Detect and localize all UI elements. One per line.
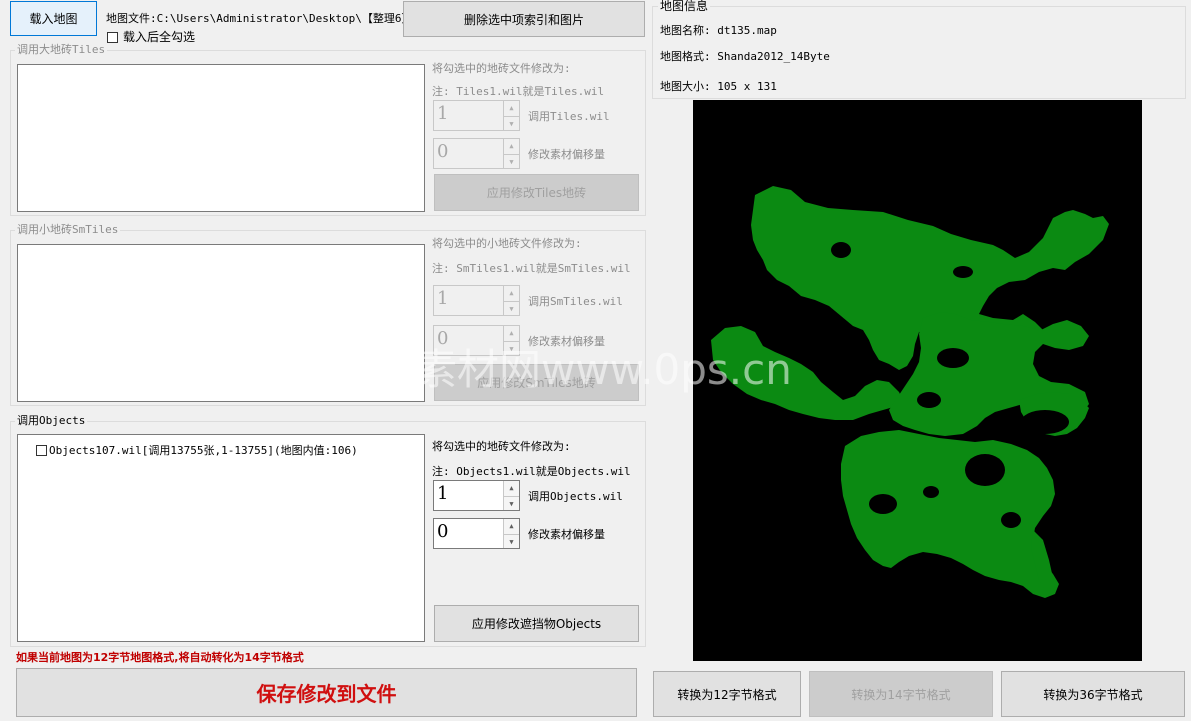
map-name-label: 地图名称: <box>660 24 711 37</box>
smtiles-index-label: 调用SmTiles.wil <box>528 295 623 308</box>
map-file-caption: 地图文件: <box>106 12 157 25</box>
tiles-offset-label: 修改素材偏移量 <box>528 148 605 161</box>
map-size-row: 地图大小: 105 x 131 <box>660 80 777 93</box>
smtiles-group-title: 调用小地砖SmTiles <box>15 223 121 236</box>
spin-down-icon[interactable]: ▼ <box>504 300 519 315</box>
spin-up-icon[interactable]: ▲ <box>504 286 519 301</box>
map-name-value: dt135.map <box>717 24 777 37</box>
select-all-checkbox[interactable] <box>107 32 118 43</box>
tiles-offset-value: 0 <box>437 141 449 162</box>
objects-note: 注: Objects1.wil就是Objects.wil <box>432 465 631 478</box>
objects-index-stepper[interactable]: 1 ▲ ▼ <box>433 480 520 511</box>
tiles-note: 注: Tiles1.wil就是Tiles.wil <box>432 85 605 98</box>
spin-down-icon[interactable]: ▼ <box>504 533 519 548</box>
map-file-path: C:\Users\Administrator\Desktop\【整理6】: <box>156 12 420 25</box>
apply-smtiles-button[interactable]: 应用修改SmTiles地砖 <box>434 364 639 401</box>
map-shape-svg <box>711 186 1109 598</box>
objects-item-label: Objects107.wil[调用13755张,1-13755](地图内值:10… <box>49 444 358 457</box>
tiles-index-value: 1 <box>437 103 449 124</box>
delete-selected-button[interactable]: 删除选中项索引和图片 <box>403 1 645 37</box>
map-info-title: 地图信息 <box>658 0 711 13</box>
objects-index-value: 1 <box>437 483 449 504</box>
tiles-index-stepper[interactable]: 1 ▲ ▼ <box>433 100 520 131</box>
convert-36-button[interactable]: 转换为36字节格式 <box>1001 671 1185 717</box>
tiles-offset-stepper[interactable]: 0 ▲ ▼ <box>433 138 520 169</box>
spin-down-icon[interactable]: ▼ <box>504 115 519 130</box>
objects-listbox[interactable]: Objects107.wil[调用13755张,1-13755](地图内值:10… <box>17 434 425 642</box>
tiles-group-title: 调用大地砖Tiles <box>15 43 108 56</box>
load-map-button[interactable]: 载入地图 <box>10 1 97 36</box>
select-all-label: 载入后全勾选 <box>123 30 196 44</box>
objects-index-label: 调用Objects.wil <box>528 490 623 503</box>
apply-objects-button[interactable]: 应用修改遮挡物Objects <box>434 605 639 642</box>
spin-down-icon[interactable]: ▼ <box>504 340 519 355</box>
tiles-index-label: 调用Tiles.wil <box>528 110 610 123</box>
map-file-label: 地图文件:C:\Users\Administrator\Desktop\【整理6… <box>106 12 419 25</box>
smtiles-offset-value: 0 <box>437 328 449 349</box>
map-format-label: 地图格式: <box>660 50 711 63</box>
tiles-modify-label: 将勾选中的地砖文件修改为: <box>432 62 571 75</box>
objects-group-title: 调用Objects <box>15 414 88 427</box>
list-item[interactable]: Objects107.wil[调用13755张,1-13755](地图内值:10… <box>36 442 358 458</box>
map-size-label: 地图大小: <box>660 80 711 93</box>
smtiles-listbox[interactable] <box>17 244 425 402</box>
map-size-value: 105 x 131 <box>717 80 777 93</box>
save-button[interactable]: 保存修改到文件 <box>16 668 637 717</box>
spin-up-icon[interactable]: ▲ <box>504 101 519 116</box>
smtiles-modify-label: 将勾选中的小地砖文件修改为: <box>432 237 582 250</box>
smtiles-index-value: 1 <box>437 288 449 309</box>
objects-modify-label: 将勾选中的地砖文件修改为: <box>432 440 571 453</box>
objects-offset-label: 修改素材偏移量 <box>528 528 605 541</box>
spin-up-icon[interactable]: ▲ <box>504 326 519 341</box>
map-format-value: Shanda2012_14Byte <box>717 50 830 63</box>
format-warning: 如果当前地图为12字节地图格式,将自动转化为14字节格式 <box>16 651 304 664</box>
map-terrain <box>711 186 1109 598</box>
map-preview <box>693 100 1142 661</box>
objects-offset-stepper[interactable]: 0 ▲ ▼ <box>433 518 520 549</box>
convert-12-button[interactable]: 转换为12字节格式 <box>653 671 801 717</box>
spin-down-icon[interactable]: ▼ <box>504 153 519 168</box>
tiles-listbox[interactable] <box>17 64 425 212</box>
apply-tiles-button[interactable]: 应用修改Tiles地砖 <box>434 174 639 211</box>
objects-offset-value: 0 <box>437 521 449 542</box>
spin-up-icon[interactable]: ▲ <box>504 139 519 154</box>
smtiles-index-stepper[interactable]: 1 ▲ ▼ <box>433 285 520 316</box>
spin-up-icon[interactable]: ▲ <box>504 519 519 534</box>
objects-item-checkbox[interactable] <box>36 445 47 456</box>
smtiles-offset-stepper[interactable]: 0 ▲ ▼ <box>433 325 520 356</box>
smtiles-note: 注: SmTiles1.wil就是SmTiles.wil <box>432 262 631 275</box>
spin-down-icon[interactable]: ▼ <box>504 495 519 510</box>
map-name-row: 地图名称: dt135.map <box>660 24 777 37</box>
convert-14-button[interactable]: 转换为14字节格式 <box>809 671 993 717</box>
map-format-row: 地图格式: Shanda2012_14Byte <box>660 50 830 63</box>
spin-up-icon[interactable]: ▲ <box>504 481 519 496</box>
smtiles-offset-label: 修改素材偏移量 <box>528 335 605 348</box>
